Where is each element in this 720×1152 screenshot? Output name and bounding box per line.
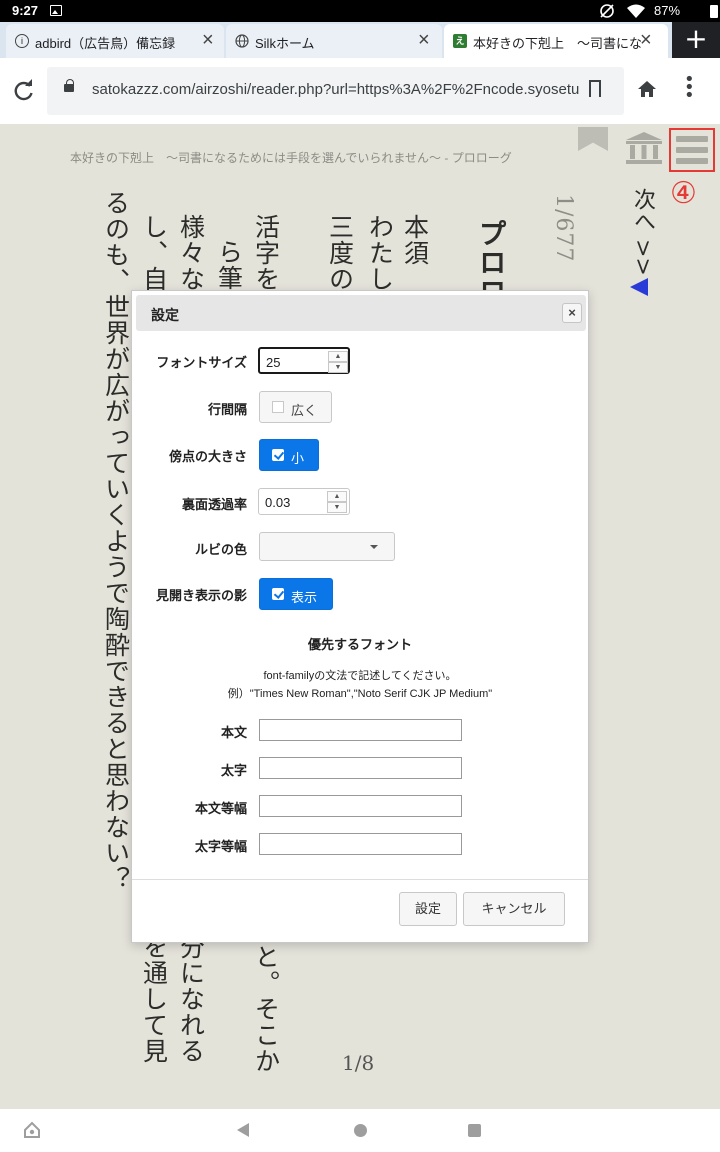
bold-font-label: 太字 bbox=[220, 763, 247, 778]
ruby-color-label: ルビの色 bbox=[194, 542, 247, 557]
globe-icon bbox=[235, 34, 249, 48]
spread-shadow-label: 見開き表示の影 bbox=[155, 588, 247, 603]
font-section-note: font-familyの文法で記述してください。 bbox=[263, 670, 457, 682]
status-bar: 9:27 87% bbox=[0, 0, 720, 22]
next-arrow-icon[interactable] bbox=[630, 278, 648, 296]
close-icon[interactable]: × bbox=[418, 30, 430, 50]
image-notification-icon bbox=[50, 5, 62, 16]
battery-icon bbox=[710, 5, 718, 18]
checkbox-icon bbox=[272, 401, 284, 413]
line-spacing-option: 広く bbox=[291, 403, 318, 418]
page-number: 1/8 bbox=[342, 1051, 375, 1075]
tab-silk-home[interactable]: Silkホーム × bbox=[226, 24, 442, 58]
hamburger-menu-button[interactable] bbox=[669, 128, 715, 172]
chevron-down-icon bbox=[370, 545, 378, 549]
line-spacing-toggle[interactable]: 広く bbox=[259, 391, 332, 423]
reload-icon[interactable] bbox=[12, 78, 36, 102]
tab-honzuki[interactable]: え 本好きの下剋上 〜司書にな × bbox=[444, 24, 668, 58]
back-opacity-value[interactable]: 0.03 bbox=[265, 495, 290, 510]
tab-strip: i adbird（広告鳥）備忘録 × Silkホーム × え 本好きの下剋上 〜… bbox=[0, 22, 720, 58]
site-favicon: え bbox=[453, 34, 467, 48]
home-icon[interactable] bbox=[636, 78, 658, 100]
status-time: 9:27 bbox=[12, 3, 39, 18]
library-icon[interactable] bbox=[624, 130, 664, 166]
next-page-link[interactable]: 次へ >> bbox=[626, 188, 658, 276]
emphasis-size-option: 小 bbox=[291, 451, 305, 466]
stepper-down-icon[interactable]: ▼ bbox=[328, 362, 348, 373]
info-icon: i bbox=[15, 34, 29, 48]
bookmark-icon[interactable] bbox=[589, 80, 601, 97]
bold-mono-font-input[interactable] bbox=[259, 833, 462, 855]
more-menu-icon[interactable]: • • • bbox=[684, 71, 695, 105]
cancel-button[interactable]: キャンセル bbox=[463, 892, 565, 926]
bold-mono-font-label: 太字等幅 bbox=[194, 839, 247, 854]
emphasis-size-label: 傍点の大きさ bbox=[168, 449, 247, 464]
stepper-up-icon[interactable]: ▲ bbox=[327, 491, 347, 502]
dialog-header[interactable]: 設定 × bbox=[136, 295, 586, 331]
stepper-up-icon[interactable]: ▲ bbox=[328, 351, 348, 362]
font-section-title: 優先するフォント bbox=[307, 637, 412, 652]
tab-title: 本好きの下剋上 〜司書にな bbox=[473, 36, 641, 51]
home-launcher-icon[interactable] bbox=[23, 1121, 41, 1139]
apply-button[interactable]: 設定 bbox=[399, 892, 457, 926]
spread-shadow-option: 表示 bbox=[291, 590, 318, 605]
font-section-example: 例）"Times New Roman","Noto Serif CJK JP M… bbox=[227, 688, 493, 700]
font-size-label: フォントサイズ bbox=[156, 355, 247, 370]
page-bookmark-icon[interactable] bbox=[578, 127, 608, 151]
new-tab-button[interactable]: + bbox=[672, 22, 720, 58]
ruby-color-select[interactable] bbox=[259, 532, 395, 561]
reader-header: 本好きの下剋上 〜司書になるためには手段を選んでいられません〜 - プロローグ bbox=[70, 151, 512, 165]
text-column: 本須 bbox=[400, 214, 430, 266]
back-icon[interactable] bbox=[237, 1123, 249, 1137]
battery-percent: 87% bbox=[654, 3, 681, 18]
close-icon[interactable]: × bbox=[202, 30, 214, 50]
emphasis-size-toggle[interactable]: 小 bbox=[259, 439, 319, 471]
do-not-disturb-icon bbox=[600, 4, 614, 18]
dialog-close-button[interactable]: × bbox=[562, 303, 582, 323]
address-bar[interactable]: satokazzz.com/airzoshi/reader.php?url=ht… bbox=[47, 67, 624, 115]
system-nav-bar bbox=[0, 1109, 720, 1152]
dialog-divider bbox=[132, 879, 588, 880]
back-opacity-stepper[interactable]: 0.03 ▲ ▼ bbox=[258, 488, 350, 515]
line-spacing-label: 行間隔 bbox=[207, 402, 247, 417]
body-font-input[interactable] bbox=[259, 719, 462, 741]
dialog-title: 設定 bbox=[151, 307, 179, 323]
bold-font-input[interactable] bbox=[259, 757, 462, 779]
home-button-icon[interactable] bbox=[354, 1124, 367, 1137]
close-icon[interactable]: × bbox=[640, 30, 652, 50]
recent-apps-icon[interactable] bbox=[468, 1124, 481, 1137]
checkbox-checked-icon bbox=[272, 449, 284, 461]
text-column-fragment: と。そこか bbox=[251, 944, 281, 1074]
checkbox-checked-icon bbox=[272, 588, 284, 600]
url-text[interactable]: satokazzz.com/airzoshi/reader.php?url=ht… bbox=[92, 81, 580, 98]
tab-title: adbird（広告鳥）備忘録 bbox=[35, 36, 176, 51]
body-font-label: 本文 bbox=[220, 725, 247, 740]
lock-icon bbox=[64, 79, 74, 92]
page-counter: 1/677 bbox=[551, 194, 577, 263]
back-opacity-label: 裏面透過率 bbox=[181, 497, 247, 512]
step-annotation: ④ bbox=[670, 176, 697, 211]
stepper-down-icon[interactable]: ▼ bbox=[327, 502, 347, 513]
font-size-stepper[interactable]: 25 ▲ ▼ bbox=[258, 347, 350, 374]
spread-shadow-toggle[interactable]: 表示 bbox=[259, 578, 333, 610]
wifi-icon bbox=[627, 4, 645, 18]
browser-toolbar: satokazzz.com/airzoshi/reader.php?url=ht… bbox=[0, 58, 720, 124]
body-mono-font-label: 本文等幅 bbox=[194, 801, 247, 816]
tab-adbird[interactable]: i adbird（広告鳥）備忘録 × bbox=[6, 24, 224, 58]
text-column: るのも、世界が広がっていくようで陶酔できると思わない？ bbox=[101, 190, 131, 892]
text-column-fragment: を通して見 bbox=[139, 934, 169, 1064]
settings-dialog: 設定 × フォントサイズ 25 ▲ ▼ 行間隔 広く 傍点の大きさ 小 裏面透過… bbox=[131, 290, 589, 943]
text-column-fragment: 分になれる bbox=[176, 934, 206, 1064]
tab-title: Silkホーム bbox=[255, 36, 315, 51]
body-mono-font-input[interactable] bbox=[259, 795, 462, 817]
font-size-value[interactable]: 25 bbox=[266, 355, 280, 370]
